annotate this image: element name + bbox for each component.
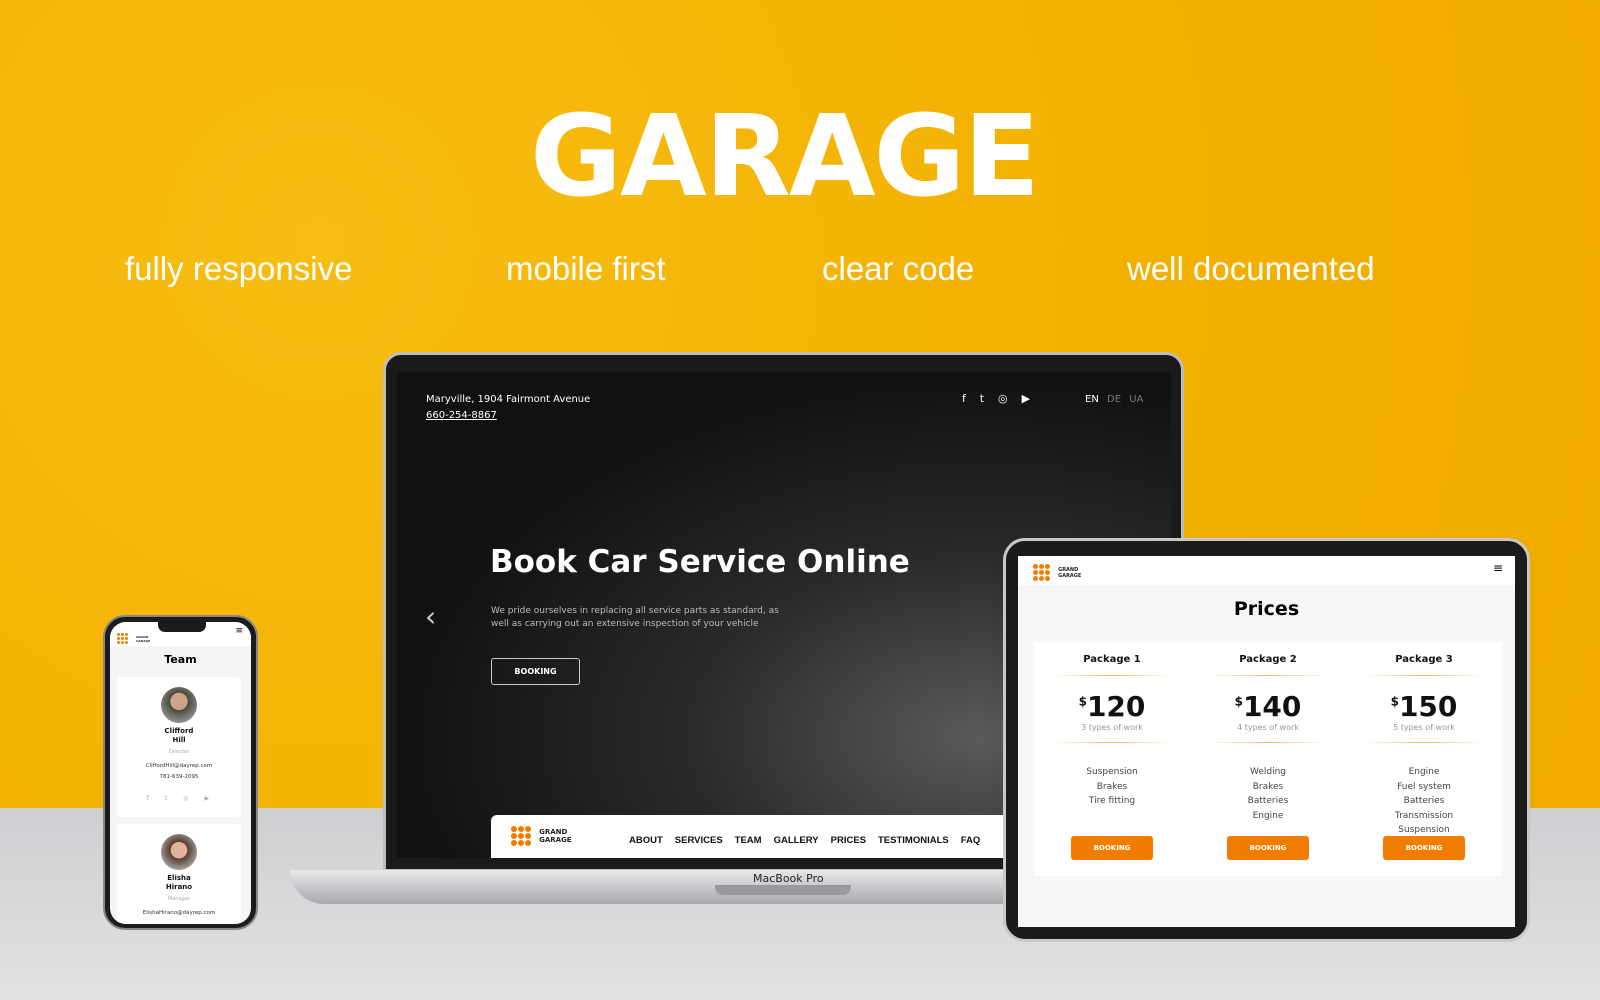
logo-icon[interactable] <box>117 633 128 644</box>
tagline: well documented <box>1127 250 1375 287</box>
team-title: Team <box>164 653 197 666</box>
tagline: mobile first <box>506 250 666 287</box>
tagline: clear code <box>822 250 975 287</box>
address: Maryville, 1904 Fairmont Avenue <box>426 394 591 405</box>
tablet-screen: GRAND GARAGE ≡ Prices Package 1 $120 3 ty… <box>1018 556 1515 927</box>
nav-faq[interactable]: FAQ <box>961 835 981 846</box>
booking-button[interactable]: BOOKING <box>491 658 580 685</box>
facebook-icon[interactable]: f <box>962 392 980 405</box>
logo-text: GRAND GARAGE <box>539 827 572 844</box>
phone-notch <box>158 622 206 632</box>
instagram-icon[interactable]: ◎ <box>998 392 1022 405</box>
lang-en[interactable]: EN <box>1085 394 1099 405</box>
youtube-icon[interactable]: ▶ <box>1022 392 1044 405</box>
price-card: Package 2 $140 4 types of work Welding Br… <box>1190 642 1346 876</box>
nav-prices[interactable]: PRICES <box>831 835 866 846</box>
laptop-model-label: MacBook Pro <box>753 872 824 885</box>
nav-services[interactable]: SERVICES <box>675 835 723 846</box>
nav-links: ABOUT SERVICES TEAM GALLERY PRICES TESTIMONIA… <box>629 830 992 848</box>
prices-title: Prices <box>1233 598 1300 620</box>
nav-testimonials[interactable]: TESTIMONIALS <box>878 835 949 846</box>
laptop-notch <box>715 885 851 895</box>
email[interactable]: CliffordHill@dayrep.com <box>117 761 241 772</box>
price-card: Package 3 $150 5 types of work Engine Fue… <box>1346 642 1502 876</box>
hero-heading: Book Car Service Online <box>490 544 910 580</box>
menu-icon[interactable]: ≡ <box>235 626 243 636</box>
team-card: Elisha Hirano Manager ElishaHirano@dayrep… <box>117 824 241 924</box>
phone-link[interactable]: 660-254-8867 <box>426 410 497 421</box>
hero-title: GARAGE <box>530 92 1040 222</box>
phone-screen: GRAND GARAGE ≡ Team Clifford Hill Director… <box>110 622 251 924</box>
instagram-icon[interactable]: ◎ <box>183 795 204 802</box>
menu-icon[interactable]: ≡ <box>1493 561 1503 575</box>
youtube-icon[interactable]: ▶ <box>205 795 226 802</box>
booking-button[interactable]: BOOKING <box>1227 836 1309 860</box>
price-card: Package 1 $120 3 types of work Suspensio… <box>1034 642 1190 876</box>
slider-prev-arrow[interactable]: ‹ <box>425 600 436 633</box>
team-card: Clifford Hill Director CliffordHill@dayre… <box>117 677 241 817</box>
booking-button[interactable]: BOOKING <box>1071 836 1153 860</box>
twitter-icon[interactable]: t <box>980 392 998 405</box>
avatar <box>161 687 197 723</box>
logo-icon[interactable] <box>511 825 531 846</box>
tablet-header: GRAND GARAGE ≡ <box>1018 556 1515 585</box>
social-icons: ft◎▶ <box>962 392 1044 405</box>
lang-ua[interactable]: UA <box>1129 394 1143 405</box>
nav-gallery[interactable]: GALLERY <box>774 835 819 846</box>
email[interactable]: ElishaHirano@dayrep.com <box>117 908 241 919</box>
nav-team[interactable]: TEAM <box>735 835 762 846</box>
avatar <box>161 834 197 870</box>
tagline: fully responsive <box>125 250 353 287</box>
nav-about[interactable]: ABOUT <box>629 835 663 846</box>
lang-de[interactable]: DE <box>1107 394 1121 405</box>
facebook-icon[interactable]: f <box>147 795 165 802</box>
logo-icon[interactable] <box>1033 564 1050 581</box>
twitter-icon[interactable]: t <box>165 795 183 802</box>
hero-text: We pride ourselves in replacing all serv… <box>491 606 779 629</box>
booking-button[interactable]: BOOKING <box>1383 836 1465 860</box>
